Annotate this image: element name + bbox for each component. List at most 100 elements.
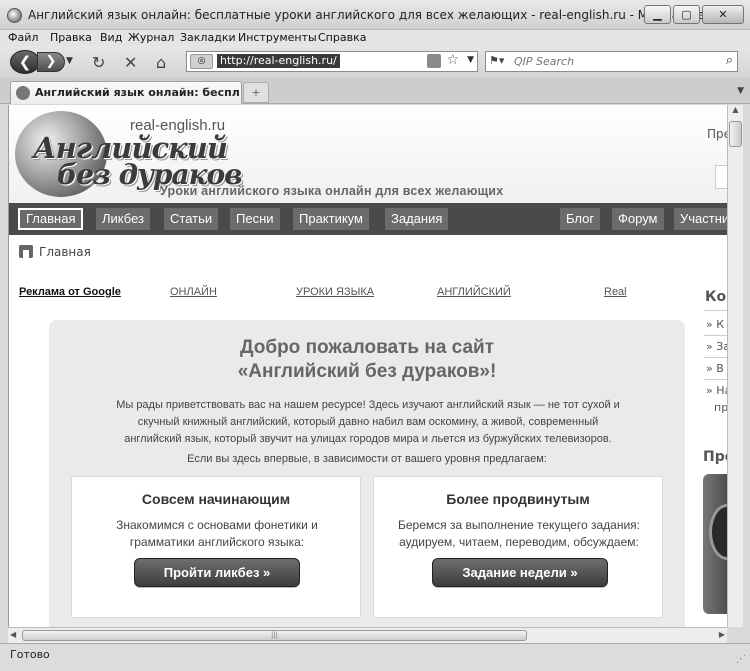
- reload-icon[interactable]: ↻: [92, 53, 105, 72]
- window-controls: ▁ ▢ ✕: [642, 5, 744, 24]
- card-beginners-text: Знакомимся с основами фонетики и граммат…: [82, 517, 352, 551]
- bookmark-star-icon[interactable]: ☆: [446, 52, 459, 68]
- url-bar[interactable]: ◎ http://real-english.ru/ ☆ ▼: [186, 51, 478, 72]
- sidebar-divider: [704, 335, 727, 336]
- navigation-toolbar: ❮ ❯ ▼ ↻ ✕ ⌂ ◎ http://real-english.ru/ ☆ …: [0, 46, 750, 78]
- page-viewport: real-english.ru Английский без дураков У…: [8, 105, 727, 627]
- menu-history[interactable]: Журнал: [128, 31, 174, 44]
- ad-link-online[interactable]: ОНЛАЙН: [170, 286, 217, 298]
- header-search-box[interactable]: [715, 165, 727, 189]
- nav-item-practicum[interactable]: Практикум: [293, 208, 369, 230]
- vertical-scroll-thumb[interactable]: [729, 121, 742, 147]
- horizontal-scrollbar[interactable]: ◀ ||| ▶: [8, 627, 727, 643]
- menu-help[interactable]: Справка: [318, 31, 366, 44]
- weekly-task-button[interactable]: Задание недели »: [432, 558, 608, 587]
- ad-link-lessons[interactable]: УРОКИ ЯЗЫКА: [296, 286, 374, 298]
- nav-item-members[interactable]: Участники: [674, 208, 727, 230]
- sidebar-divider: [704, 310, 727, 311]
- nav-item-songs[interactable]: Песни: [230, 208, 280, 230]
- search-magnifier-icon[interactable]: ⌕: [726, 53, 733, 68]
- back-button[interactable]: ❮: [10, 50, 40, 74]
- sidebar-divider: [704, 379, 727, 380]
- card-beginners: Совсем начинающим Знакомимся с основами …: [71, 476, 361, 618]
- home-button-icon[interactable]: ⌂: [156, 53, 166, 72]
- scroll-right-icon[interactable]: ▶: [719, 630, 725, 639]
- title-bar: Английский язык онлайн: бесплатные уроки…: [0, 0, 750, 30]
- site-header: real-english.ru Английский без дураков У…: [9, 105, 727, 205]
- home-icon[interactable]: [19, 245, 33, 258]
- rss-icon[interactable]: [427, 54, 441, 68]
- ad-link-english[interactable]: АНГЛИЙСКИЙ: [437, 286, 511, 298]
- tab-favicon-icon: [16, 86, 30, 100]
- site-slogan: Уроки английского языка онлайн для всех …: [160, 184, 504, 198]
- site-identity-icon[interactable]: ◎: [190, 54, 213, 69]
- card-advanced-title: Более продвинутым: [446, 491, 590, 507]
- scroll-left-icon[interactable]: ◀: [10, 630, 16, 639]
- welcome-title: Добро пожаловать на сайт «Английский без…: [49, 336, 685, 384]
- nav-item-likbez[interactable]: Ликбез: [96, 208, 150, 230]
- history-dropdown-icon[interactable]: ▼: [66, 56, 73, 66]
- tab-bar: Английский язык онлайн: бесплат... + ▼: [0, 78, 750, 104]
- sidebar-link-3[interactable]: » В: [706, 362, 724, 375]
- start-likbez-button[interactable]: Пройти ликбез »: [134, 558, 300, 587]
- url-dropdown-icon[interactable]: ▼: [467, 55, 474, 65]
- tab-list-icon[interactable]: ▼: [737, 86, 744, 96]
- sidebar-promo-image[interactable]: [703, 474, 727, 614]
- card-beginners-text-line2: грамматики английского языка:: [129, 535, 305, 549]
- welcome-title-line2: «Английский без дураков»!: [237, 361, 497, 382]
- maximize-button[interactable]: ▢: [673, 5, 700, 24]
- status-bar: Готово ⋰: [0, 643, 750, 671]
- menu-bookmarks[interactable]: Закладки: [180, 31, 236, 44]
- menu-edit[interactable]: Правка: [50, 31, 92, 44]
- welcome-text-line3: английский язык, который звучит на улица…: [124, 433, 612, 445]
- menu-bar: Файл Правка Вид Журнал Закладки Инструме…: [0, 30, 750, 46]
- resize-grip-icon[interactable]: ⋰: [736, 654, 746, 665]
- scroll-up-icon[interactable]: ▲: [728, 105, 743, 119]
- sidebar-link-2[interactable]: » За: [706, 340, 727, 353]
- sidebar-divider: [704, 357, 727, 358]
- google-ads-row: Реклама от Google ОНЛАЙН УРОКИ ЯЗЫКА АНГ…: [19, 286, 629, 302]
- header-right-text: Пре: [707, 127, 727, 141]
- horizontal-scroll-thumb[interactable]: |||: [22, 630, 527, 641]
- tab-active[interactable]: Английский язык онлайн: бесплат...: [10, 81, 242, 104]
- firefox-icon: [7, 8, 22, 23]
- welcome-text-line2: скучный книжный английский, который давн…: [137, 416, 599, 428]
- welcome-subtitle: Если вы здесь впервые, в зависимости от …: [187, 453, 547, 465]
- breadcrumb-current: Главная: [39, 245, 91, 259]
- back-forward-group: ❮ ❯ ▼: [10, 50, 78, 74]
- menu-file[interactable]: Файл: [8, 31, 38, 44]
- nav-item-home[interactable]: Главная: [18, 208, 84, 230]
- window-title: Английский язык онлайн: бесплатные уроки…: [28, 8, 723, 22]
- search-engine-icon[interactable]: ⚑▾: [489, 54, 504, 67]
- sidebar-link-4-cont[interactable]: пр: [714, 401, 727, 414]
- sidebar-title-2: Пре: [703, 449, 727, 465]
- vertical-scrollbar[interactable]: ▲: [727, 105, 743, 627]
- sidebar-title-1: Кор: [705, 289, 727, 305]
- new-tab-button[interactable]: +: [243, 82, 269, 103]
- nav-item-blog[interactable]: Блог: [560, 208, 601, 230]
- card-beginners-text-line1: Знакомимся с основами фонетики и: [116, 518, 318, 532]
- welcome-panel: Добро пожаловать на сайт «Английский без…: [49, 320, 685, 627]
- search-input[interactable]: [514, 54, 704, 69]
- card-advanced-text: Беремся за выполнение текущего задания: …: [384, 517, 654, 551]
- ads-label[interactable]: Реклама от Google: [19, 286, 121, 298]
- menu-tools[interactable]: Инструменты: [238, 31, 317, 44]
- tab-label: Английский язык онлайн: бесплат...: [35, 86, 240, 99]
- close-button[interactable]: ✕: [702, 5, 744, 24]
- nav-item-forum[interactable]: Форум: [612, 208, 664, 230]
- forward-button[interactable]: ❯: [37, 52, 65, 72]
- nav-item-tasks[interactable]: Задания: [385, 208, 449, 230]
- welcome-text: Мы рады приветствовать вас на нашем ресу…: [71, 397, 665, 448]
- search-bar: ⚑▾ ⌕: [485, 51, 738, 72]
- status-text: Готово: [10, 648, 50, 661]
- stop-icon[interactable]: ✕: [124, 53, 137, 72]
- welcome-text-line1: Мы рады приветствовать вас на нашем ресу…: [116, 399, 620, 411]
- sidebar-link-1[interactable]: » К: [706, 318, 724, 331]
- url-text[interactable]: http://real-english.ru/: [217, 54, 340, 68]
- sidebar-link-4[interactable]: » На: [706, 384, 727, 397]
- minimize-button[interactable]: ▁: [644, 5, 671, 24]
- ad-link-real[interactable]: Real: [604, 286, 627, 298]
- main-navigation: Главная Ликбез Статьи Песни Практикум За…: [9, 203, 727, 235]
- nav-item-articles[interactable]: Статьи: [164, 208, 219, 230]
- menu-view[interactable]: Вид: [100, 31, 122, 44]
